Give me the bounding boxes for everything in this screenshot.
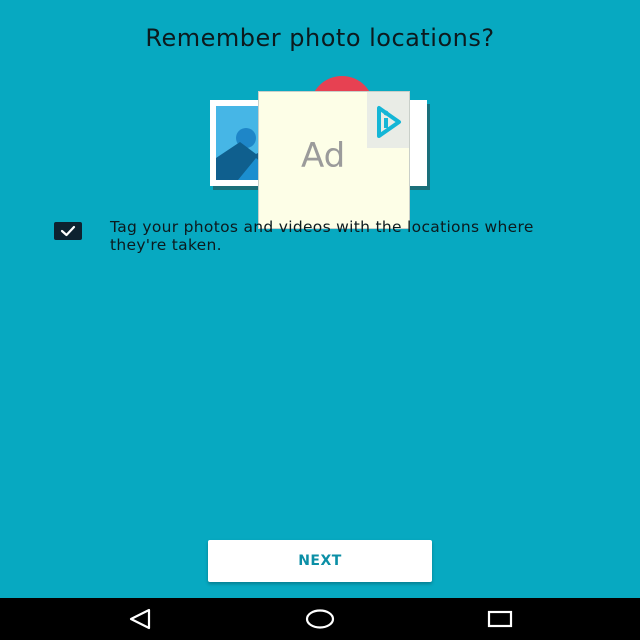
page-title: Remember photo locations?	[145, 24, 495, 52]
ad-overlay[interactable]: Ad	[258, 91, 410, 229]
location-tag-label: Tag your photos and videos with the loca…	[110, 218, 534, 254]
ad-label: Ad	[301, 136, 346, 176]
check-icon	[60, 225, 76, 237]
recents-icon[interactable]	[480, 606, 520, 632]
ad-choices-icon[interactable]	[367, 92, 409, 148]
back-icon[interactable]	[121, 606, 161, 632]
location-tag-option[interactable]: Tag your photos and videos with the loca…	[54, 218, 574, 258]
onboarding-screen: Remember photo locations? Ad Tag your ph…	[0, 0, 640, 640]
navigation-bar	[0, 598, 640, 640]
next-button[interactable]: NEXT	[208, 540, 432, 582]
location-tag-checkbox[interactable]	[54, 222, 82, 240]
home-icon[interactable]	[300, 606, 340, 632]
